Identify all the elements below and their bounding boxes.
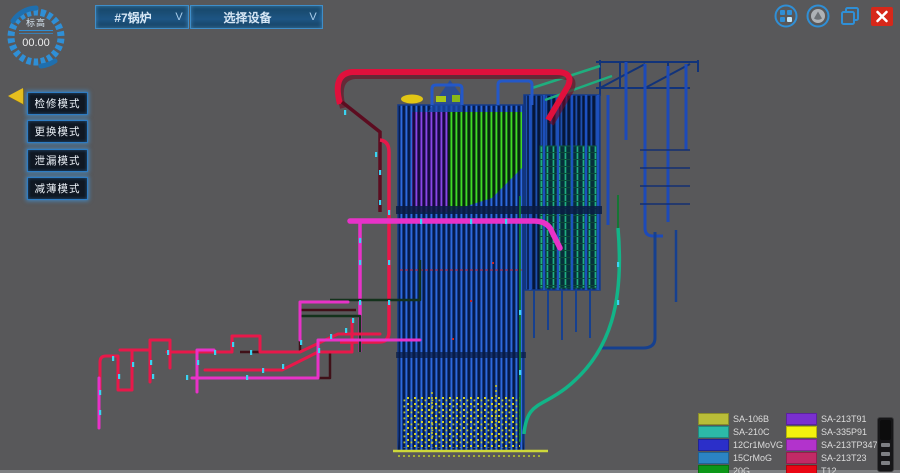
boiler-select-value: #7锅炉 (96, 9, 170, 26)
legend-label: T12 (821, 466, 837, 473)
legend-row: SA-213T91 (786, 412, 884, 425)
device-select-value: 选择设备 (191, 9, 304, 26)
gauge-divider (19, 30, 53, 31)
mode-button-overhaul[interactable]: 检修模式 (27, 92, 88, 115)
mode-button-thinning[interactable]: 减薄模式 (27, 177, 88, 200)
color-swatch (698, 413, 729, 425)
slider-tick (881, 452, 890, 456)
color-swatch (786, 413, 817, 425)
legend-row: 20G (698, 464, 783, 473)
legend-column-left: SA-106B SA-210C 12Cr1MoVG 15CrMoG 20G (698, 412, 783, 473)
app-window: 标高 00.00 #7锅炉 V 选择设备 V 检修模式 更换模式 泄漏模式 减薄… (0, 0, 900, 473)
mode-button-replace[interactable]: 更换模式 (27, 120, 88, 143)
color-swatch (786, 465, 817, 473)
boiler-3d-model[interactable] (0, 0, 900, 473)
mode-button-leak[interactable]: 泄漏模式 (27, 149, 88, 172)
color-swatch (698, 439, 729, 451)
legend-row: SA-106B (698, 412, 783, 425)
device-select-dropdown[interactable]: 选择设备 V (190, 5, 323, 29)
legend-label: SA-213TP347H (821, 440, 884, 450)
legend-label: 15CrMoG (733, 453, 772, 463)
elevation-gauge: 标高 00.00 (3, 3, 71, 71)
gauge-divider (19, 33, 53, 34)
gauge-label: 标高 (3, 16, 69, 29)
slider-tick (881, 461, 890, 465)
legend-label: 12Cr1MoVG (733, 440, 783, 450)
legend-column-right: SA-213T91 SA-335P91 SA-213TP347H SA-213T… (786, 412, 884, 473)
legend-row: SA-210C (698, 425, 783, 438)
chevron-down-icon: V (304, 11, 322, 23)
color-swatch (786, 426, 817, 438)
close-icon[interactable] (870, 4, 894, 28)
boiler-select-dropdown[interactable]: #7锅炉 V (95, 5, 189, 29)
layout-grid-icon[interactable] (774, 4, 798, 28)
legend-label: SA-210C (733, 427, 770, 437)
color-swatch (786, 452, 817, 464)
home-view-icon[interactable] (806, 4, 830, 28)
titlebar-icon-group (774, 4, 894, 28)
collapse-panel-arrow-icon[interactable] (8, 88, 23, 104)
legend-label: SA-213T91 (821, 414, 867, 424)
slider-track (880, 420, 891, 440)
legend-row: 15CrMoG (698, 451, 783, 464)
color-swatch (698, 465, 729, 473)
legend-label: 20G (733, 466, 750, 473)
legend-row: SA-335P91 (786, 425, 884, 438)
color-swatch (698, 452, 729, 464)
legend-label: SA-213T23 (821, 453, 867, 463)
legend-row: SA-213TP347H (786, 438, 884, 451)
chevron-down-icon: V (170, 11, 188, 23)
color-swatch (786, 439, 817, 451)
windows-copy-icon[interactable] (838, 4, 862, 28)
gauge-value: 00.00 (3, 37, 69, 49)
color-swatch (698, 426, 729, 438)
legend-label: SA-335P91 (821, 427, 867, 437)
slider-tick (881, 443, 890, 447)
legend-row: SA-213T23 (786, 451, 884, 464)
zoom-slider[interactable] (877, 417, 894, 472)
legend-row: 12Cr1MoVG (698, 438, 783, 451)
legend-row: T12 (786, 464, 884, 473)
legend-label: SA-106B (733, 414, 769, 424)
